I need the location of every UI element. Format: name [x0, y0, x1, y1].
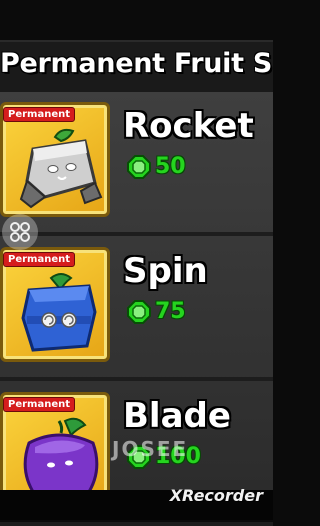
fruit-name: Blade — [123, 396, 231, 436]
fruit-price: 75 — [155, 299, 186, 324]
fruit-list[interactable]: Permanent Rocket 50 Permanent Spin 75 Pe… — [0, 92, 273, 526]
permanent-badge: Permanent — [3, 252, 76, 267]
fruit-name: Rocket — [123, 106, 254, 146]
grid-icon — [10, 222, 30, 242]
inventory-button[interactable] — [2, 214, 38, 250]
fruit-row-spin[interactable]: Permanent Spin 75 — [0, 237, 273, 381]
fruit-price: 50 — [155, 154, 186, 179]
green-coin-icon — [127, 154, 151, 179]
rocket-fruit-icon — [19, 128, 103, 209]
fruit-name: Spin — [123, 251, 208, 291]
fruit-card-spin[interactable]: Permanent — [0, 247, 110, 362]
price-tag: 50 — [127, 154, 186, 179]
blade-fruit-icon — [23, 417, 99, 501]
recorder-logo: XRecorder — [169, 486, 263, 505]
page-title: Permanent Fruit Shop — [0, 48, 273, 79]
shop-title-bar: Permanent Fruit Shop — [0, 40, 273, 94]
fruit-row-rocket[interactable]: Permanent Rocket 50 — [0, 92, 273, 236]
watermark: JOSEE — [112, 437, 189, 461]
fruit-card-rocket[interactable]: Permanent — [0, 102, 110, 217]
spin-fruit-icon — [21, 273, 97, 352]
permanent-badge: Permanent — [3, 397, 76, 412]
green-coin-icon — [127, 299, 151, 324]
price-tag: 75 — [127, 299, 186, 324]
permanent-badge: Permanent — [3, 107, 76, 122]
